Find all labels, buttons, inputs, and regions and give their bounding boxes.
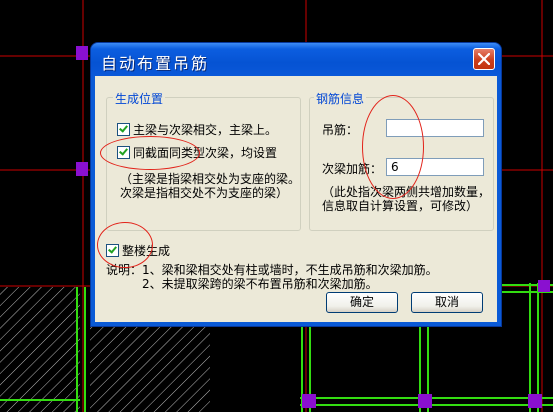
instruction-line-1: 说明：1、梁和梁相交处有柱或墙时，不生成吊筋和次梁加筋。 [106,263,438,277]
note-line-1: （主梁是指梁相交处为支座的梁。 [120,172,301,186]
close-icon [478,53,490,65]
option-main-secondary[interactable]: 主梁与次梁相交，主梁上。 [117,121,277,138]
whole-floor-option[interactable]: 整楼生成 [106,242,170,259]
checkbox-same-section[interactable] [117,146,130,159]
cancel-button[interactable]: 取消 [411,292,483,313]
rebar-info-group: 钢筋信息 吊筋： 次梁加筋： （此处指次梁两侧共增加数量， 信息取自计算设置，可… [309,90,494,231]
hanger-input[interactable] [386,119,484,137]
checkbox-main-secondary[interactable] [117,123,130,136]
option-main-secondary-label: 主梁与次梁相交，主梁上。 [133,123,278,137]
secondary-rebar-label: 次梁加筋： [322,162,383,176]
secondary-rebar-input[interactable] [386,158,484,176]
ok-button[interactable]: 确定 [326,292,398,313]
rebar-info-note: （此处指次梁两侧共增加数量， 信息取自计算设置，可修改） [322,185,490,213]
instructions: 说明：1、梁和梁相交处有柱或墙时，不生成吊筋和次梁加筋。 2、未提取梁跨的梁不布… [106,263,438,291]
generate-position-note: （主梁是指梁相交处为支座的梁。 次梁是指相交处不为支座的梁） [120,172,300,200]
title-bar[interactable]: 自动布置吊筋 [91,43,501,76]
close-button[interactable] [473,48,495,70]
generate-position-group: 生成位置 主梁与次梁相交，主梁上。 同截面同类型次梁，均设置 （主梁是指梁相交处… [106,90,301,231]
checkbox-whole-floor[interactable] [106,244,119,257]
generate-position-legend: 生成位置 [113,90,166,107]
dialog-title: 自动布置吊筋 [101,54,210,73]
instruction-line-2: 2、未提取梁跨的梁不布置吊筋和次梁加筋。 [142,277,378,291]
auto-hanger-dialog: 自动布置吊筋 生成位置 主梁与次梁相交，主梁上。 同截面同类型次梁，均设置 （主… [91,43,501,326]
option-same-section-label: 同截面同类型次梁，均设置 [133,146,278,160]
note-line-2: 次梁是指相交处不为支座的梁） [120,186,289,200]
whole-floor-label: 整楼生成 [122,244,171,258]
hanger-label: 吊筋： [322,123,359,137]
option-same-section[interactable]: 同截面同类型次梁，均设置 [117,144,277,161]
dialog-body: 生成位置 主梁与次梁相交，主梁上。 同截面同类型次梁，均设置 （主梁是指梁相交处… [95,76,497,322]
hatched-wall [0,287,80,412]
rebar-info-legend: 钢筋信息 [314,90,367,107]
rebar-note-line-2: 信息取自计算设置，可修改） [322,199,479,213]
rebar-note-line-1: （此处指次梁两侧共增加数量， [322,185,491,199]
